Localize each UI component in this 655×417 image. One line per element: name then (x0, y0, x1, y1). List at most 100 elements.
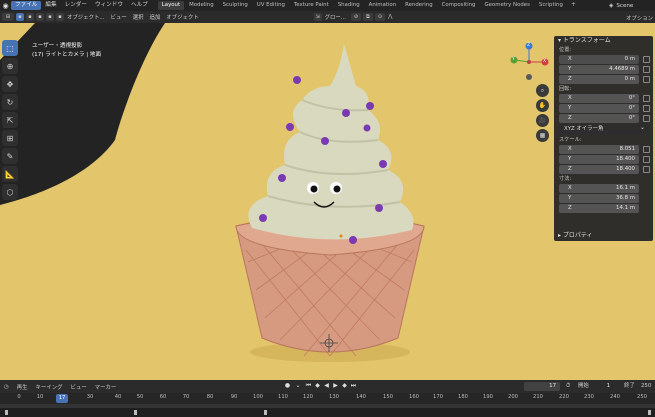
editor-type-icon[interactable]: ⊞ (2, 13, 14, 21)
transform-orientation-dropdown[interactable]: グロー... (322, 13, 349, 21)
menu-select[interactable]: 選択 (130, 13, 147, 21)
lock-icon[interactable] (643, 146, 650, 153)
menu-view[interactable]: ビュー (108, 13, 130, 21)
menu-file[interactable]: ファイル (11, 1, 42, 10)
select-mode-intersect-icon[interactable]: ▪ (56, 13, 64, 21)
select-mode-extend-icon[interactable]: ▪ (26, 13, 34, 21)
add-workspace-button[interactable]: + (568, 1, 579, 10)
transform-panel-header[interactable]: ▾ トランスフォーム (554, 36, 653, 46)
menu-add[interactable]: 追加 (146, 13, 163, 21)
keyframe-marker[interactable] (264, 410, 267, 415)
keyframe-marker[interactable] (5, 410, 8, 415)
rotation-z-field[interactable]: Z 0° (559, 114, 650, 123)
timeline-scrollbar[interactable] (0, 404, 655, 408)
lock-icon[interactable] (643, 76, 650, 83)
stopwatch-icon[interactable]: ⏱ (566, 382, 570, 391)
dimensions-z-field[interactable]: Z 14.1 m (559, 204, 639, 213)
location-x-field[interactable]: X0 m (559, 55, 650, 64)
record-icon[interactable]: ● (284, 382, 291, 390)
current-frame-field[interactable]: 17 (524, 382, 560, 391)
measure-tool-icon[interactable]: 📐 (2, 166, 18, 182)
next-keyframe-icon[interactable]: ◆ (341, 382, 348, 390)
timeline-header: ◷ 再生 キーイング ビュー マーカー ● ⌄ ⏮ ◆ ◀ ▶ ◆ ⏭ 17 ⏱… (0, 380, 655, 393)
menu-edit[interactable]: 編集 (41, 1, 60, 10)
rotate-tool-icon[interactable]: ↻ (2, 94, 18, 110)
menu-render[interactable]: レンダー (61, 1, 91, 10)
scale-y-field[interactable]: Y 18.400 (559, 155, 650, 164)
tab-geometry-nodes[interactable]: Geometry Nodes (480, 1, 533, 10)
timeline-ruler[interactable]: 0 10 17 30 40 50 60 70 80 90 100 110 120… (0, 393, 655, 404)
tab-modeling[interactable]: Modeling (185, 1, 218, 10)
proportional-edit-icon[interactable]: ⊙ (374, 13, 385, 21)
tab-uv-editing[interactable]: UV Editing (253, 1, 289, 10)
play-icon[interactable]: ▶ (332, 382, 339, 390)
menu-object[interactable]: オブジェクト (163, 13, 201, 21)
add-cube-tool-icon[interactable]: ⬡ (2, 184, 18, 200)
lock-icon[interactable] (643, 115, 650, 122)
lock-icon[interactable] (643, 66, 650, 73)
mode-dropdown[interactable]: オブジェクト... (64, 13, 108, 21)
tab-compositing[interactable]: Compositing (438, 1, 480, 10)
lock-icon[interactable] (643, 95, 650, 102)
falloff-icon[interactable]: ⋀ (385, 14, 395, 20)
options-dropdown[interactable]: オプション (626, 14, 653, 22)
rotation-y-field[interactable]: Y 0° (559, 104, 650, 113)
properties-panel-header[interactable]: ▸ プロパティ (554, 231, 593, 241)
playhead-frame[interactable]: 17 (56, 394, 68, 403)
menu-timeline-view[interactable]: ビュー (66, 383, 90, 391)
jump-end-icon[interactable]: ⏭ (350, 382, 357, 390)
timeline-editor-icon[interactable]: ◷ (0, 384, 13, 390)
move-tool-icon[interactable]: ✥ (2, 76, 18, 92)
location-z-field[interactable]: Z0 m (559, 75, 650, 84)
tab-texture-paint[interactable]: Texture Paint (290, 1, 333, 10)
zoom-icon[interactable]: ⌕ (536, 84, 549, 97)
select-box-tool-icon[interactable]: ⬚ (2, 40, 18, 56)
select-mode-invert-icon[interactable]: ▪ (46, 13, 54, 21)
snap-icon[interactable]: ⧉ (362, 13, 373, 21)
tab-scripting[interactable]: Scripting (535, 1, 567, 10)
camera-view-icon[interactable]: 🎥 (536, 114, 549, 127)
menu-help[interactable]: ヘルプ (127, 1, 152, 10)
cursor-tool-icon[interactable]: ⊕ (2, 58, 18, 74)
menu-marker[interactable]: マーカー (91, 383, 121, 391)
transform-tool-icon[interactable]: ⊞ (2, 130, 18, 146)
lock-icon[interactable] (643, 156, 650, 163)
menu-window[interactable]: ウィンドウ (91, 1, 127, 10)
start-frame-field[interactable]: 1 (590, 382, 614, 391)
tab-animation[interactable]: Animation (365, 1, 400, 10)
tick-label: 150 (383, 394, 393, 400)
lock-icon[interactable] (643, 105, 650, 112)
tab-layout[interactable]: Layout (157, 1, 185, 10)
prev-keyframe-icon[interactable]: ◆ (314, 382, 321, 390)
keyframe-marker[interactable] (648, 410, 651, 415)
scale-tool-icon[interactable]: ⇱ (2, 112, 18, 128)
menu-playback[interactable]: 再生 (13, 383, 32, 391)
transform-orientation-icon[interactable]: ⇲ (313, 13, 322, 21)
tab-rendering[interactable]: Rendering (401, 1, 437, 10)
lock-icon[interactable] (643, 166, 650, 173)
play-reverse-icon[interactable]: ◀ (323, 382, 330, 390)
dimensions-x-field[interactable]: X 16.1 m (559, 184, 639, 193)
select-mode-subtract-icon[interactable]: ▪ (36, 13, 44, 21)
pivot-point-icon[interactable]: ⊘ (350, 13, 361, 21)
tab-sculpting[interactable]: Sculpting (219, 1, 252, 10)
jump-start-icon[interactable]: ⏮ (305, 382, 312, 390)
rotation-x-field[interactable]: X 0° (559, 94, 650, 103)
menu-keying[interactable]: キーイング (32, 383, 67, 391)
dimensions-y-field[interactable]: Y 36.8 m (559, 194, 639, 203)
end-frame-field[interactable]: 250 (641, 382, 651, 391)
rotation-mode-dropdown[interactable]: XYZ オイラー角 (558, 123, 649, 134)
grid-perspective-icon[interactable]: ▦ (536, 129, 549, 142)
scale-z-field[interactable]: Z 18.400 (559, 165, 650, 174)
keyframe-marker[interactable] (134, 410, 137, 415)
scale-x-field[interactable]: X 8.051 (559, 145, 650, 154)
tab-shading[interactable]: Shading (334, 1, 364, 10)
location-y-field[interactable]: Y 4.4689 m (559, 65, 650, 74)
pan-hand-icon[interactable]: ✋ (536, 99, 549, 112)
blender-logo-icon[interactable]: ◉ (0, 0, 11, 11)
annotate-tool-icon[interactable]: ✎ (2, 148, 18, 164)
select-mode-new-icon[interactable]: ▪ (16, 13, 24, 21)
scene-selector[interactable]: ◈ Scene (605, 1, 655, 10)
lock-icon[interactable] (643, 56, 650, 63)
autokey-dropdown-icon[interactable]: ⌄ (293, 382, 303, 390)
